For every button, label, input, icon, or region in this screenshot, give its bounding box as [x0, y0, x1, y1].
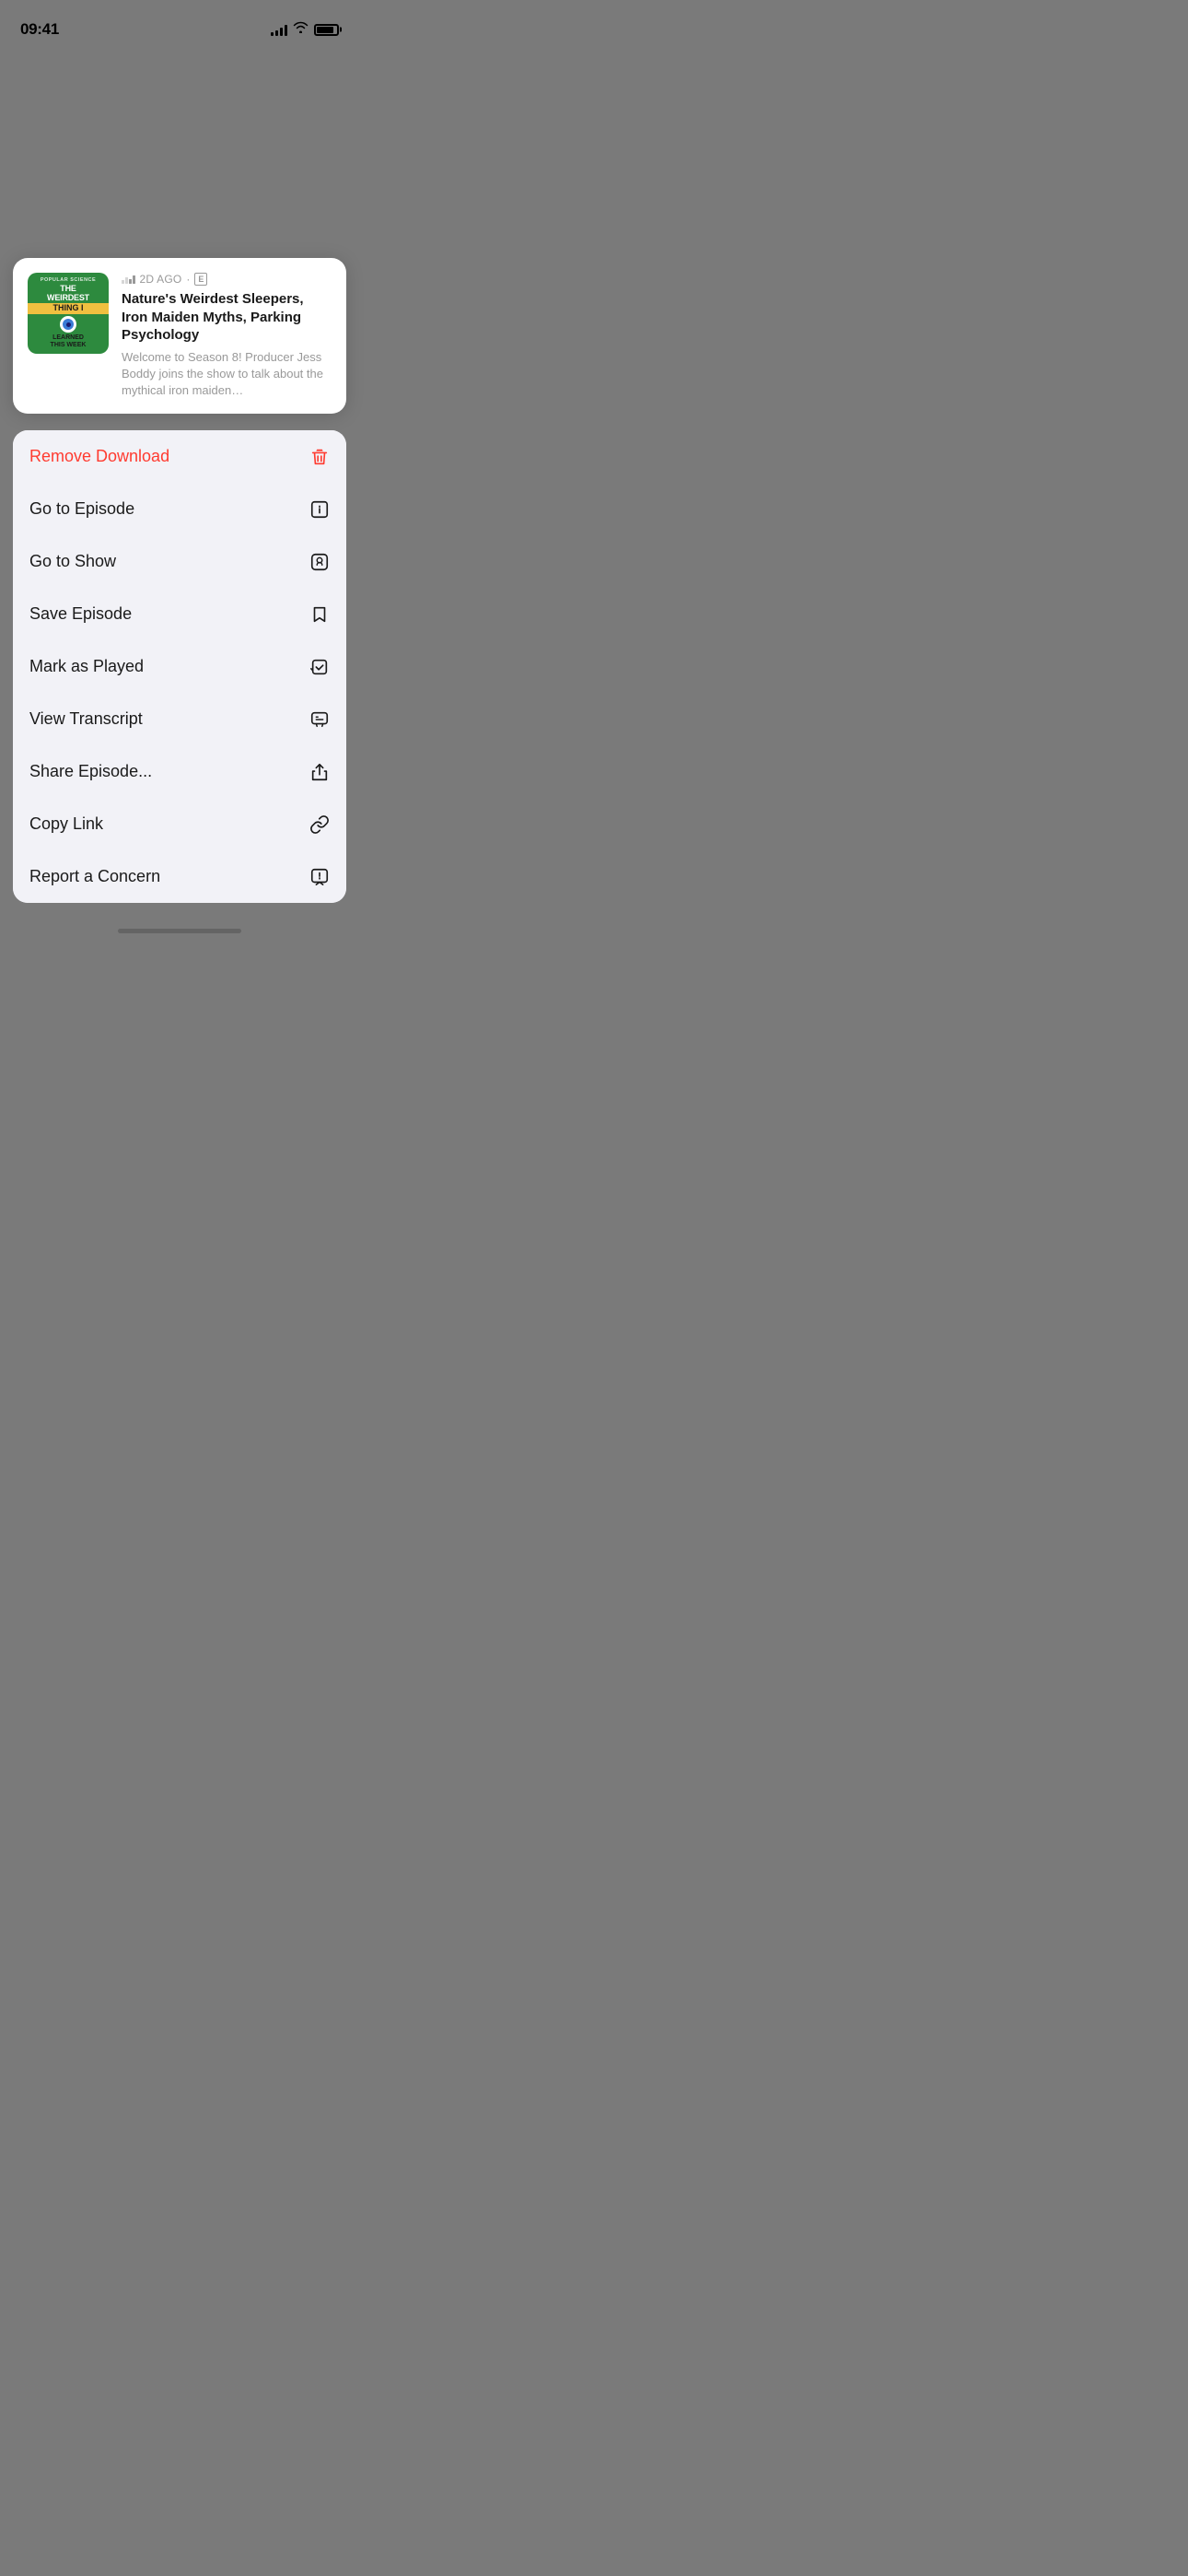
trash-icon [309, 447, 330, 467]
signal-icon [271, 24, 287, 36]
menu-item-label-view-transcript: View Transcript [29, 709, 143, 729]
menu-item-label-remove-download: Remove Download [29, 447, 169, 466]
menu-item-view-transcript[interactable]: View Transcript [13, 693, 346, 745]
menu-item-go-to-show[interactable]: Go to Show [13, 535, 346, 588]
menu-item-label-go-to-episode: Go to Episode [29, 499, 134, 519]
artwork-label: POPULAR SCIENCE [41, 277, 96, 283]
checkmark-square-icon [309, 657, 330, 677]
explicit-badge: E [194, 273, 207, 286]
wifi-icon [293, 21, 309, 38]
artwork-title-bottom2: THIS WEEK [49, 342, 88, 349]
episode-card: POPULAR SCIENCE THE WEIRDEST THING I LEA… [13, 258, 346, 414]
episode-timestamp: 2D AGO [140, 273, 182, 286]
artwork-title-bottom: LEARNED [51, 334, 86, 342]
menu-item-remove-download[interactable]: Remove Download [13, 430, 346, 483]
share-icon [309, 762, 330, 782]
menu-item-share-episode[interactable]: Share Episode... [13, 745, 346, 798]
artwork-title-line3: THING I [28, 303, 109, 314]
episode-meta: 2D AGO · E [122, 273, 332, 286]
podcast-icon [309, 552, 330, 572]
menu-item-label-save-episode: Save Episode [29, 604, 132, 624]
status-time: 09:41 [20, 20, 59, 39]
episode-description: Welcome to Season 8! Producer Jess Boddy… [122, 349, 332, 400]
menu-item-go-to-episode[interactable]: Go to Episode [13, 483, 346, 535]
artwork-eye [60, 316, 76, 333]
menu-item-label-mark-as-played: Mark as Played [29, 657, 144, 676]
episode-artwork: POPULAR SCIENCE THE WEIRDEST THING I LEA… [28, 273, 109, 354]
menu-item-label-copy-link: Copy Link [29, 814, 103, 834]
bookmark-icon [309, 604, 330, 625]
menu-item-label-report-concern: Report a Concern [29, 867, 160, 886]
context-menu: Remove Download Go to Episode Go to Show [13, 430, 346, 903]
artwork-title-line2: WEIRDEST [47, 294, 89, 303]
play-progress-icon [122, 275, 135, 284]
menu-item-label-go-to-show: Go to Show [29, 552, 116, 571]
menu-item-report-concern[interactable]: Report a Concern [13, 850, 346, 903]
exclamation-bubble-icon [309, 867, 330, 887]
quote-bubble-icon [309, 709, 330, 730]
link-icon [309, 814, 330, 835]
status-bar: 09:41 [0, 0, 359, 46]
menu-item-save-episode[interactable]: Save Episode [13, 588, 346, 640]
home-indicator [0, 903, 359, 943]
menu-item-mark-as-played[interactable]: Mark as Played [13, 640, 346, 693]
home-bar [118, 929, 241, 933]
meta-dot: · [186, 273, 190, 286]
status-icons [271, 21, 339, 38]
episode-title: Nature's Weirdest Sleepers, Iron Maiden … [122, 290, 332, 345]
menu-item-label-share-episode: Share Episode... [29, 762, 152, 781]
info-icon [309, 499, 330, 520]
episode-info: 2D AGO · E Nature's Weirdest Sleepers, I… [122, 273, 332, 399]
menu-item-copy-link[interactable]: Copy Link [13, 798, 346, 850]
battery-icon [314, 24, 339, 36]
